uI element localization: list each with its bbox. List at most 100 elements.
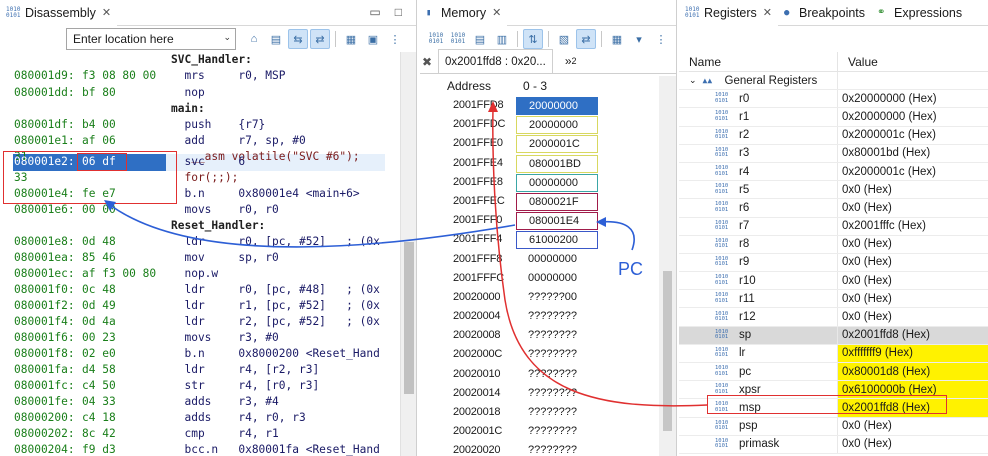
- import-icon[interactable]: ▤: [470, 29, 490, 49]
- register-value[interactable]: 0x80001d8 (Hex): [838, 363, 988, 381]
- disassembly-code-area[interactable]: SVC_Handler: 080001d9: f3 08 80 00 mrs r0,…: [0, 52, 400, 456]
- register-row-r12[interactable]: 1010 0101 r12 0x0 (Hex): [679, 308, 988, 327]
- memory-value[interactable]: 00000000: [516, 173, 598, 192]
- register-row-r7[interactable]: 1010 0101 r7 0x2001fffc (Hex): [679, 217, 988, 236]
- memory-value[interactable]: 080001E4: [516, 212, 598, 231]
- memory-row[interactable]: 20020018????????: [440, 403, 658, 422]
- memory-value[interactable]: 20000000: [516, 97, 598, 115]
- memory-row[interactable]: 2001FFD8 20000000: [440, 96, 658, 115]
- tab-disassembly[interactable]: 1010 0101 Disassembly ✕: [0, 0, 118, 26]
- register-value[interactable]: 0x20000000 (Hex): [838, 90, 988, 107]
- export-icon[interactable]: ▥: [492, 29, 512, 49]
- add-rendering-icon[interactable]: 1010 0101: [448, 29, 468, 49]
- close-icon[interactable]: ✕: [492, 6, 501, 19]
- memory-value[interactable]: ??????00: [516, 289, 598, 307]
- close-icon[interactable]: ✕: [763, 6, 772, 19]
- register-row-r1[interactable]: 1010 0101 r1 0x20000000 (Hex): [679, 108, 988, 127]
- memory-row[interactable]: 2001FFF4 61000200: [440, 230, 658, 250]
- tab-expressions[interactable]: ⚭ Expressions: [871, 0, 968, 26]
- more-icon[interactable]: ⋮: [651, 29, 671, 49]
- minimize-icon[interactable]: ▭: [369, 5, 380, 19]
- document-icon[interactable]: ▤: [266, 29, 286, 49]
- close-icon[interactable]: ✕: [102, 6, 111, 19]
- register-value[interactable]: 0x0 (Hex): [838, 236, 988, 253]
- register-value[interactable]: 0x2001fffc (Hex): [838, 218, 988, 235]
- memory-value[interactable]: ????????: [516, 385, 598, 403]
- register-value[interactable]: 0x20000000 (Hex): [838, 108, 988, 125]
- scrollbar-thumb[interactable]: [663, 271, 672, 431]
- register-row-r4[interactable]: 1010 0101 r4 0x2000001c (Hex): [679, 162, 988, 182]
- memory-value[interactable]: ????????: [516, 346, 598, 364]
- register-row-pc[interactable]: 1010 0101 pc 0x80001d8 (Hex): [679, 363, 988, 382]
- memory-value[interactable]: 0800021F: [516, 192, 598, 211]
- tab-new-rendering[interactable]: » 2: [557, 49, 585, 73]
- register-row-r8[interactable]: 1010 0101 r8 0x0 (Hex): [679, 235, 988, 254]
- home-icon[interactable]: ⌂: [244, 29, 264, 49]
- memory-row[interactable]: 20020014????????: [440, 384, 658, 403]
- tab-breakpoints[interactable]: ● Breakpoints: [778, 0, 871, 26]
- memory-value[interactable]: ????????: [516, 366, 598, 384]
- memory-row[interactable]: 2001FFE8 00000000: [440, 173, 658, 192]
- register-group-row[interactable]: ⌄ ▲▲ General Registers: [679, 72, 988, 91]
- register-row-r0[interactable]: 1010 0101 r0 0x20000000 (Hex): [679, 90, 988, 109]
- registers-grid[interactable]: Name Value ⌄ ▲▲ General Registers 1010 01…: [679, 52, 988, 454]
- register-row-r11[interactable]: 1010 0101 r11 0x0 (Hex): [679, 290, 988, 309]
- toggle-split-icon[interactable]: ⇅: [523, 29, 543, 49]
- register-row-lr[interactable]: 1010 0101 lr 0xfffffff9 (Hex): [679, 344, 988, 363]
- memory-row[interactable]: 20020020????????: [440, 441, 658, 456]
- register-row-r5[interactable]: 1010 0101 r5 0x0 (Hex): [679, 181, 988, 200]
- register-value[interactable]: 0x0 (Hex): [838, 272, 988, 289]
- register-row-r2[interactable]: 1010 0101 r2 0x2000001c (Hex): [679, 126, 988, 145]
- memory-value[interactable]: 61000200: [516, 231, 598, 250]
- memory-row[interactable]: 20020000 ??????00: [440, 288, 658, 307]
- memory-value[interactable]: 20000000: [516, 116, 598, 135]
- disassembly-scrollbar[interactable]: [400, 52, 416, 456]
- memory-row[interactable]: 2001FFF0 080001E4: [440, 211, 658, 231]
- memory-value[interactable]: 080001BD: [516, 154, 598, 173]
- register-value[interactable]: 0x2001ffd8 (Hex): [838, 327, 988, 344]
- layout-icon[interactable]: ▦: [607, 29, 627, 49]
- location-input[interactable]: Enter location here ⌄: [66, 28, 236, 50]
- register-value[interactable]: 0x0 (Hex): [838, 436, 988, 453]
- link-with-editor-icon[interactable]: ⇄: [310, 29, 330, 49]
- memory-row[interactable]: 2001FFDC 20000000: [440, 115, 658, 135]
- tab-memory-monitor[interactable]: 0x2001ffd8 : 0x20...: [438, 49, 553, 73]
- register-row-psp[interactable]: 1010 0101 psp 0x0 (Hex): [679, 417, 988, 436]
- register-row-r6[interactable]: 1010 0101 r6 0x0 (Hex): [679, 199, 988, 218]
- memory-value[interactable]: 00000000: [516, 251, 598, 269]
- register-value[interactable]: 0xfffffff9 (Hex): [838, 344, 988, 362]
- register-value[interactable]: 0x0 (Hex): [838, 308, 988, 325]
- more-icon[interactable]: ⋮: [385, 29, 405, 49]
- pin-icon[interactable]: ▣: [363, 29, 383, 49]
- register-row-r3[interactable]: 1010 0101 r3 0x80001bd (Hex): [679, 144, 988, 163]
- memory-row[interactable]: 20020004????????: [440, 307, 658, 326]
- chevron-down-icon[interactable]: ⌄: [689, 75, 697, 86]
- register-row-primask[interactable]: 1010 0101 primask 0x0 (Hex): [679, 435, 988, 454]
- link-with-source-icon[interactable]: ⇆: [288, 29, 308, 49]
- memory-row[interactable]: 2001FFEC 0800021F: [440, 192, 658, 211]
- memory-value[interactable]: ????????: [516, 423, 598, 441]
- register-value[interactable]: 0x0 (Hex): [838, 290, 988, 307]
- register-row-sp[interactable]: 1010 0101 sp 0x2001ffd8 (Hex): [679, 326, 988, 345]
- register-value[interactable]: 0x0 (Hex): [838, 254, 988, 271]
- memory-value[interactable]: ????????: [516, 308, 598, 326]
- link-memory-icon[interactable]: ⇄: [576, 29, 596, 49]
- memory-value[interactable]: ????????: [516, 404, 598, 422]
- memory-value[interactable]: 00000000: [516, 270, 598, 288]
- memory-row[interactable]: 20020008????????: [440, 326, 658, 345]
- register-row-r10[interactable]: 1010 0101 r10 0x0 (Hex): [679, 272, 988, 291]
- scrollbar-thumb[interactable]: [404, 242, 414, 394]
- register-value[interactable]: 0x2000001c (Hex): [838, 127, 988, 144]
- register-value[interactable]: 0x0 (Hex): [838, 199, 988, 216]
- register-value[interactable]: 0x0 (Hex): [838, 418, 988, 435]
- maximize-icon[interactable]: □: [395, 5, 402, 19]
- memory-row[interactable]: 2002000C????????: [440, 345, 658, 364]
- memory-scrollbar[interactable]: [659, 76, 676, 456]
- memory-row[interactable]: 2001FFE4 080001BD: [440, 154, 658, 173]
- view-menu-icon[interactable]: ▦: [341, 29, 361, 49]
- chevron-down-icon[interactable]: ▾: [629, 29, 649, 49]
- chevron-down-icon[interactable]: ⌄: [223, 32, 231, 43]
- register-value[interactable]: 0x80001bd (Hex): [838, 145, 988, 162]
- memory-value[interactable]: 2000001C: [516, 135, 598, 154]
- memory-row[interactable]: 2001FFE0 2000001C: [440, 134, 658, 154]
